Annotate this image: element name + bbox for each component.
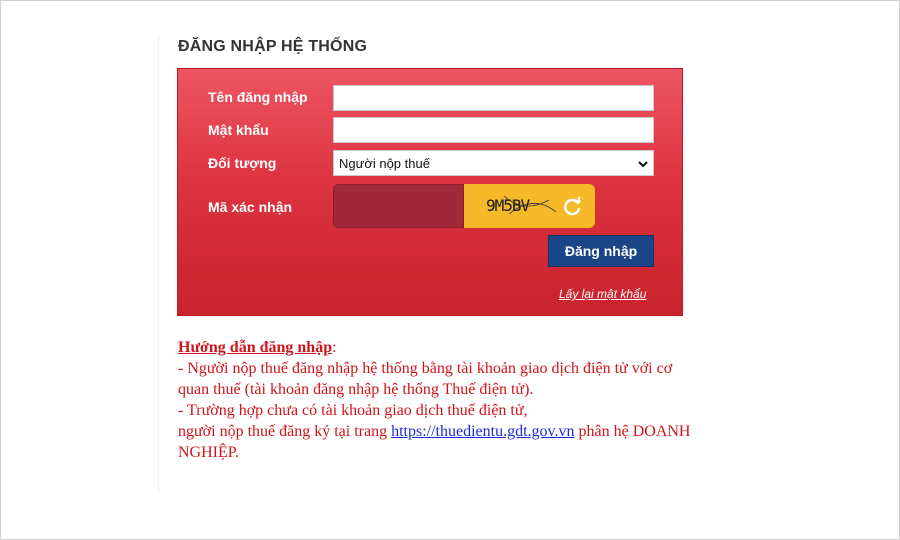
role-label: Đối tượng: [208, 155, 277, 171]
refresh-icon[interactable]: [561, 196, 583, 218]
left-divider: [158, 36, 159, 494]
guide-colon: :: [332, 339, 337, 356]
login-panel: Tên đăng nhập Mật khẩu Đối tượng Người n…: [177, 68, 683, 316]
role-select[interactable]: Người nộp thuế: [333, 150, 654, 176]
login-button[interactable]: Đăng nhập: [548, 235, 654, 267]
guide-line-1: - Người nộp thuế đăng nhập hệ thống bằng…: [178, 360, 673, 398]
password-label: Mật khẩu: [208, 122, 269, 138]
login-guide: Hướng dẫn đăng nhập: - Người nộp thuế đă…: [178, 337, 698, 463]
password-input[interactable]: [333, 117, 654, 143]
guide-line-3-pre: người nộp thuế đăng ký tại trang: [178, 423, 392, 440]
page-title: ĐĂNG NHẬP HỆ THỐNG: [178, 38, 368, 55]
registration-link[interactable]: https://thuedientu.gdt.gov.vn: [391, 423, 574, 440]
captcha-input[interactable]: [333, 184, 464, 228]
chevron-down-icon: [638, 161, 648, 168]
role-select-value: Người nộp thuế: [339, 156, 430, 171]
guide-heading: Hướng dẫn đăng nhập: [178, 339, 333, 356]
guide-line-2: - Trường hợp chưa có tài khoản giao dịch…: [178, 402, 528, 419]
forgot-password-link[interactable]: Lấy lại mật khẩu: [559, 287, 646, 301]
captcha-image: 9M5BV: [464, 184, 595, 228]
captcha-label: Mã xác nhận: [208, 199, 293, 215]
username-input[interactable]: [333, 85, 654, 111]
username-label: Tên đăng nhập: [208, 89, 308, 105]
captcha-text: 9M5BV: [486, 196, 530, 215]
